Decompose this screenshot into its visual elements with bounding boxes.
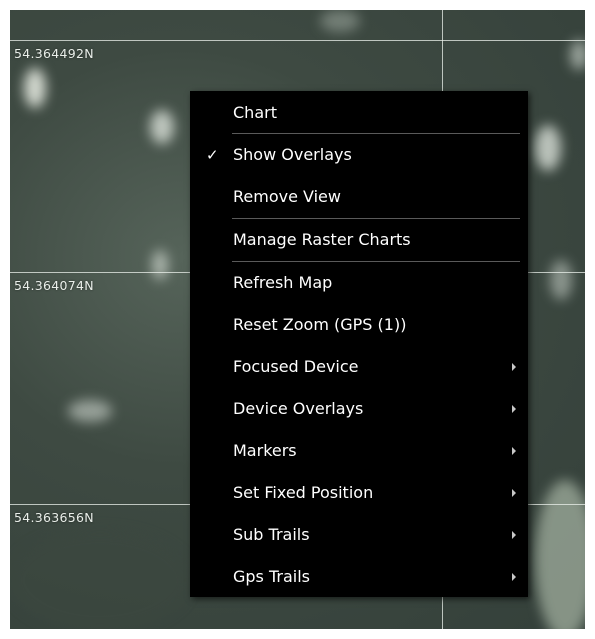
submenu-arrow-icon <box>512 405 516 413</box>
menu-item-focused-device[interactable]: Focused Device <box>190 346 528 388</box>
menu-item-label: Focused Device <box>233 357 359 376</box>
menu-item-label: Gps Trails <box>233 567 311 586</box>
menu-item-label: Remove View <box>233 187 341 206</box>
menu-item-label: Set Fixed Position <box>233 483 374 502</box>
menu-item-sub-trails[interactable]: Sub Trails <box>190 514 528 556</box>
submenu-arrow-icon <box>512 573 516 581</box>
checkmark-icon: ✓ <box>206 146 219 164</box>
latitude-label: 54.364492N <box>14 46 94 61</box>
grid-line <box>10 40 585 41</box>
menu-item-set-fixed-position[interactable]: Set Fixed Position <box>190 472 528 514</box>
submenu-arrow-icon <box>512 447 516 455</box>
menu-item-label: Reset Zoom (GPS (1)) <box>233 315 407 334</box>
menu-item-label: Device Overlays <box>233 399 364 418</box>
submenu-arrow-icon <box>512 531 516 539</box>
menu-item-label: Chart <box>233 103 277 122</box>
menu-item-label: Refresh Map <box>233 273 333 292</box>
submenu-arrow-icon <box>512 363 516 371</box>
menu-item-markers[interactable]: Markers <box>190 430 528 472</box>
menu-item-label: Show Overlays <box>233 145 352 164</box>
menu-item-label: Sub Trails <box>233 525 310 544</box>
menu-item-refresh-map[interactable]: Refresh Map <box>190 262 528 304</box>
menu-item-label: Markers <box>233 441 297 460</box>
menu-item-chart[interactable]: Chart <box>190 92 528 133</box>
menu-item-device-overlays[interactable]: Device Overlays <box>190 388 528 430</box>
menu-item-gps-trails[interactable]: Gps Trails <box>190 556 528 598</box>
menu-item-reset-zoom[interactable]: Reset Zoom (GPS (1)) <box>190 304 528 346</box>
submenu-arrow-icon <box>512 489 516 497</box>
menu-item-label: Manage Raster Charts <box>233 230 411 249</box>
latitude-label: 54.364074N <box>14 278 94 293</box>
latitude-label: 54.363656N <box>14 510 94 525</box>
menu-item-remove-view[interactable]: Remove View <box>190 176 528 218</box>
menu-item-manage-raster-charts[interactable]: Manage Raster Charts <box>190 219 528 261</box>
menu-item-show-overlays[interactable]: ✓ Show Overlays <box>190 134 528 176</box>
context-menu: Chart ✓ Show Overlays Remove View Manage… <box>190 91 528 597</box>
